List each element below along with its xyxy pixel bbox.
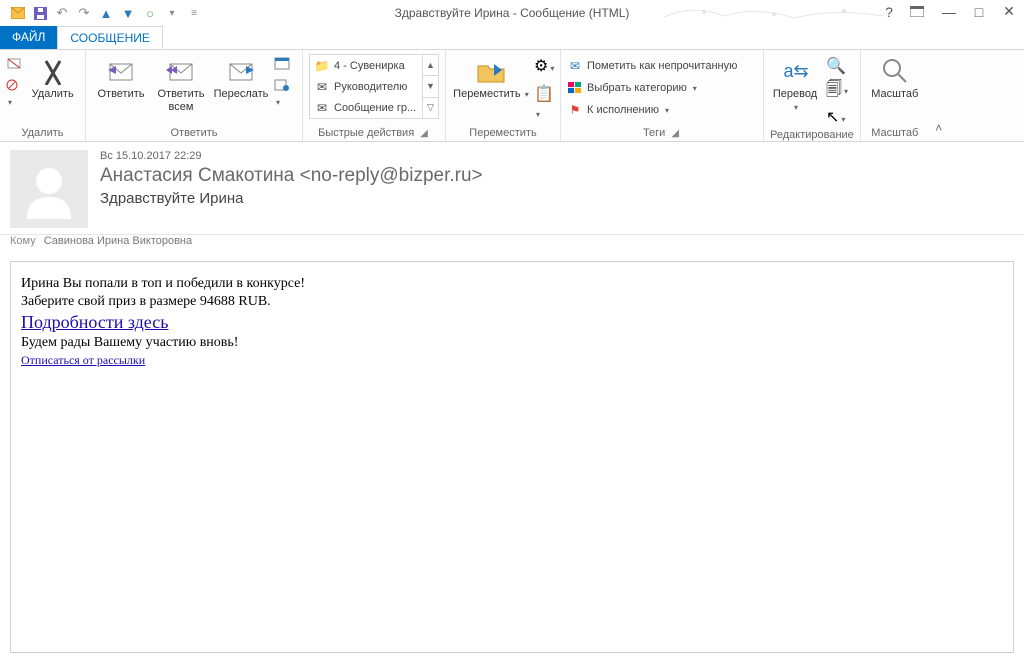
tab-file[interactable]: ФАЙЛ bbox=[0, 26, 57, 49]
title-bar: ↶ ↷ ▲ ▼ ○ ▾ ≡ Здравствуйте Ирина - Сообщ… bbox=[0, 0, 1024, 26]
group-tags: ✉Пометить как непрочитанную Выбрать кате… bbox=[561, 50, 764, 141]
translate-button[interactable]: a⇆ Перевод ▾ bbox=[770, 54, 822, 113]
group-respond: Ответить Ответить всем Переслать ▾ Ответ… bbox=[86, 50, 303, 141]
maximize-button[interactable]: □ bbox=[970, 4, 988, 20]
tab-message[interactable]: СООБЩЕНИЕ bbox=[57, 26, 163, 49]
save-icon[interactable] bbox=[32, 5, 48, 21]
forward-icon bbox=[226, 56, 256, 86]
mark-unread-button[interactable]: ✉Пометить как непрочитанную bbox=[567, 56, 757, 76]
quick-steps-gallery[interactable]: 📁4 - Сувенирка ✉Руководителю ✉Сообщение … bbox=[309, 54, 439, 119]
qat-more-icon[interactable]: ▾ bbox=[164, 5, 180, 21]
ignore-icon[interactable] bbox=[6, 56, 22, 70]
forward-button[interactable]: Переслать bbox=[212, 54, 270, 101]
undo-icon[interactable]: ↶ bbox=[54, 5, 70, 21]
close-button[interactable]: ✕ bbox=[1000, 3, 1018, 20]
next-icon[interactable]: ▼ bbox=[120, 5, 136, 21]
message-body: Ирина Вы попали в топ и победили в конку… bbox=[10, 261, 1014, 653]
body-line-2: Заберите свой приз в размере 94688 RUB. bbox=[21, 294, 1003, 310]
window-controls: ? — □ ✕ bbox=[880, 3, 1018, 20]
to-label: Кому bbox=[10, 235, 36, 247]
message-header: Вс 15.10.2017 22:29 Анастасия Смакотина … bbox=[0, 142, 1024, 235]
meeting-icon[interactable] bbox=[274, 56, 296, 70]
help-button[interactable]: ? bbox=[880, 4, 898, 20]
related-icon[interactable]: 🗐▾ bbox=[826, 78, 848, 105]
body-line-1: Ирина Вы попали в топ и победили в конку… bbox=[21, 276, 1003, 292]
delete-button[interactable]: Удалить bbox=[26, 54, 79, 101]
to-line: Кому Савинова Ирина Викторовна bbox=[0, 235, 1024, 255]
mail-icon[interactable] bbox=[10, 5, 26, 21]
message-from: Анастасия Смакотина <no-reply@bizper.ru> bbox=[100, 165, 1014, 187]
zoom-label: Масштаб bbox=[871, 88, 918, 101]
reply-all-button[interactable]: Ответить всем bbox=[154, 54, 208, 113]
ribbon: ▾ Удалить Удалить Ответить Ответить всем… bbox=[0, 50, 1024, 142]
unread-icon: ✉ bbox=[567, 58, 583, 74]
group-delete: ▾ Удалить Удалить bbox=[0, 50, 86, 141]
status-icon[interactable]: ○ bbox=[142, 5, 158, 21]
move-button[interactable]: Переместить ▾ bbox=[452, 54, 530, 101]
delete-icon bbox=[38, 56, 68, 86]
followup-button[interactable]: ⚑К исполнению▾ bbox=[567, 100, 757, 120]
group-respond-label: Ответить bbox=[92, 125, 296, 139]
details-link[interactable]: Подробности здесь bbox=[21, 312, 168, 332]
quick-step-2[interactable]: ✉Руководителю bbox=[310, 76, 422, 97]
reply-label: Ответить bbox=[97, 88, 144, 101]
gallery-spinner[interactable]: ▲▼▽ bbox=[422, 55, 438, 118]
find-icon[interactable]: 🔍 bbox=[826, 56, 848, 76]
group-move-label: Переместить bbox=[452, 125, 554, 139]
ribbon-tabs: ФАЙЛ СООБЩЕНИЕ bbox=[0, 26, 1024, 50]
forward-label: Переслать bbox=[214, 88, 269, 101]
qat-customize-icon[interactable]: ≡ bbox=[186, 5, 202, 21]
actions-icon[interactable]: 📋▾ bbox=[534, 84, 554, 122]
reply-button[interactable]: Ответить bbox=[92, 54, 150, 101]
group-editing-label: Редактирование bbox=[770, 127, 854, 141]
flag-icon: ⚑ bbox=[567, 102, 583, 118]
category-icon bbox=[567, 80, 583, 96]
select-icon[interactable]: ↖▾ bbox=[826, 107, 848, 127]
quick-step-3[interactable]: ✉Сообщение гр... bbox=[310, 97, 422, 118]
ribbon-toggle-button[interactable] bbox=[910, 6, 928, 17]
message-date: Вс 15.10.2017 22:29 bbox=[100, 150, 1014, 162]
decoration-birds bbox=[654, 2, 904, 24]
group-quick-label: Быстрые действия bbox=[318, 125, 414, 139]
move-icon bbox=[476, 56, 506, 86]
group-zoom-label: Масштаб bbox=[867, 125, 923, 139]
translate-icon: a⇆ bbox=[781, 56, 811, 86]
sender-avatar bbox=[10, 150, 88, 228]
zoom-icon bbox=[880, 56, 910, 86]
reply-all-icon bbox=[166, 56, 196, 86]
move-label: Переместить bbox=[453, 88, 520, 100]
more-respond-icon[interactable]: ▾ bbox=[274, 78, 296, 110]
tags-dialog-launcher[interactable]: ◢ bbox=[669, 128, 681, 139]
body-line-3: Будем рады Вашему участию вновь! bbox=[21, 335, 1003, 351]
message-subject: Здравствуйте Ирина bbox=[100, 190, 1014, 207]
to-value: Савинова Ирина Викторовна bbox=[44, 235, 192, 247]
group-move: Переместить ▾ ⚙▾ 📋▾ Переместить bbox=[446, 50, 561, 141]
categorize-button[interactable]: Выбрать категорию▾ bbox=[567, 78, 757, 98]
delete-label: Удалить bbox=[32, 88, 74, 101]
quick-access-toolbar: ↶ ↷ ▲ ▼ ○ ▾ ≡ bbox=[0, 5, 202, 21]
ribbon-collapse-button[interactable]: ˄ bbox=[929, 50, 949, 141]
prev-icon[interactable]: ▲ bbox=[98, 5, 114, 21]
rules-icon[interactable]: ⚙▾ bbox=[534, 56, 554, 76]
reply-icon bbox=[106, 56, 136, 86]
minimize-button[interactable]: — bbox=[940, 4, 958, 20]
redo-icon[interactable]: ↷ bbox=[76, 5, 92, 21]
group-quick-steps: 📁4 - Сувенирка ✉Руководителю ✉Сообщение … bbox=[303, 50, 446, 141]
forward-boss-icon: ✉ bbox=[314, 79, 330, 95]
quick-step-1[interactable]: 📁4 - Сувенирка bbox=[310, 55, 422, 76]
translate-label: Перевод bbox=[773, 88, 817, 100]
junk-icon[interactable]: ▾ bbox=[6, 78, 22, 110]
team-mail-icon: ✉ bbox=[314, 100, 330, 116]
group-editing: a⇆ Перевод ▾ 🔍 🗐▾ ↖▾ Редактирование bbox=[764, 50, 861, 141]
reply-all-label: Ответить всем bbox=[154, 88, 208, 113]
quick-dialog-launcher[interactable]: ◢ bbox=[418, 128, 430, 139]
folder-icon: 📁 bbox=[314, 58, 330, 74]
zoom-button[interactable]: Масштаб bbox=[867, 54, 923, 101]
group-zoom: Масштаб Масштаб bbox=[861, 50, 929, 141]
group-delete-label: Удалить bbox=[6, 125, 79, 139]
group-tags-label: Теги bbox=[643, 125, 665, 139]
unsubscribe-link[interactable]: Отписаться от рассылки bbox=[21, 353, 145, 367]
